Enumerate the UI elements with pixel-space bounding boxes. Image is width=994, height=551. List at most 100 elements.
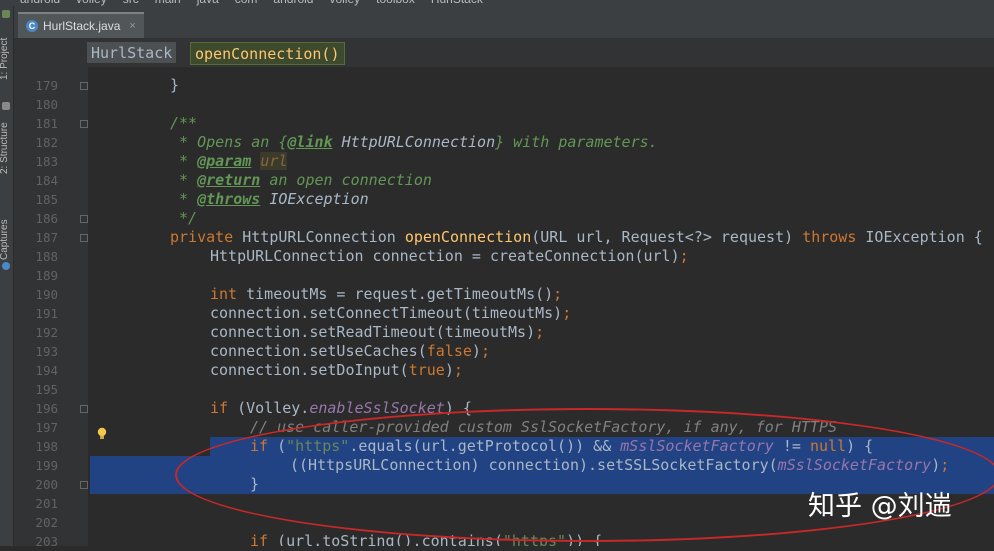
code-token: int bbox=[210, 285, 247, 303]
code-line: * @throws IOException bbox=[170, 190, 369, 209]
code-token: @throws bbox=[197, 190, 261, 208]
fold-marker-icon[interactable] bbox=[80, 120, 88, 128]
code-token: /** bbox=[170, 114, 198, 132]
structure-icon[interactable] bbox=[2, 102, 10, 110]
captures-tool-button[interactable]: Captures bbox=[0, 206, 13, 260]
code-line: * @param url bbox=[170, 152, 288, 171]
line-number: 202 bbox=[35, 515, 58, 530]
code-token: @param bbox=[197, 152, 252, 170]
line-number: 194 bbox=[35, 363, 58, 378]
line-number: 196 bbox=[35, 401, 58, 416]
code-token: * bbox=[170, 152, 198, 170]
fold-marker-icon[interactable] bbox=[80, 215, 88, 223]
code-token: ) bbox=[444, 361, 454, 379]
java-class-icon: C bbox=[26, 20, 38, 32]
code-token: ; bbox=[679, 247, 689, 265]
code-line: * Opens an {@link HttpURLConnection} wit… bbox=[170, 133, 658, 152]
code-token: (Volley. bbox=[237, 399, 310, 417]
line-number: 198 bbox=[35, 439, 58, 454]
line-number: 199 bbox=[35, 458, 58, 473]
line-number: 191 bbox=[35, 306, 58, 321]
code-token: if bbox=[250, 532, 278, 546]
editor-tab-bar: C HurlStack.java × bbox=[14, 6, 994, 39]
code-token: an open connection bbox=[260, 171, 432, 189]
captures-icon[interactable] bbox=[2, 262, 10, 270]
line-number: 180 bbox=[35, 97, 58, 112]
code-line: connection.setDoInput(true); bbox=[210, 361, 463, 380]
code-token: private bbox=[170, 228, 243, 246]
close-icon[interactable]: × bbox=[129, 20, 135, 32]
code-token: */ bbox=[170, 209, 198, 227]
structure-tool-button[interactable]: 2: Structure bbox=[0, 112, 13, 174]
code-line: int timeoutMs = request.getTimeoutMs(); bbox=[210, 285, 562, 304]
lightbulb-icon[interactable] bbox=[97, 427, 107, 441]
breadcrumb-class[interactable]: HurlStack bbox=[87, 42, 177, 63]
code-line: /** bbox=[170, 114, 197, 133]
fold-marker-icon[interactable] bbox=[80, 234, 88, 242]
fold-marker-icon[interactable] bbox=[80, 405, 88, 413]
code-token: connection.setReadTimeout(timeoutMs) bbox=[210, 323, 536, 341]
breadcrumb-method[interactable]: openConnection() bbox=[190, 42, 345, 65]
code-line: connection.setConnectTimeout(timeoutMs); bbox=[210, 304, 571, 323]
line-number: 193 bbox=[35, 344, 58, 359]
line-number: 185 bbox=[35, 192, 58, 207]
line-number: 182 bbox=[35, 135, 58, 150]
tab-hurlstack[interactable]: C HurlStack.java × bbox=[18, 12, 144, 38]
code-token: if bbox=[210, 399, 238, 417]
line-number: 188 bbox=[35, 249, 58, 264]
structure-breadcrumb-bar: HurlStack openConnection() bbox=[14, 39, 994, 67]
code-line: HttpURLConnection connection = createCon… bbox=[210, 247, 689, 266]
code-token: HttpURLConnection bbox=[242, 228, 405, 246]
code-token: (URL url, Request<?> request) bbox=[531, 228, 803, 246]
code-line: } bbox=[170, 76, 179, 95]
code-token: IOException bbox=[260, 190, 369, 208]
line-number: 203 bbox=[35, 534, 58, 549]
tab-label: HurlStack.java bbox=[43, 19, 121, 33]
code-line: */ bbox=[170, 209, 197, 228]
code-token: ; bbox=[553, 285, 563, 303]
fold-marker-icon[interactable] bbox=[80, 82, 88, 90]
watermark: 知乎 @刘遄 bbox=[808, 491, 952, 522]
code-token: ) bbox=[471, 342, 481, 360]
code-token: * Opens an { bbox=[170, 133, 288, 151]
code-line: private HttpURLConnection openConnection… bbox=[170, 228, 983, 247]
tool-window-strip: 1: Project 2: Structure Captures bbox=[0, 6, 14, 546]
code-token: } with parameters. bbox=[495, 133, 658, 151]
code-line: connection.setReadTimeout(timeoutMs); bbox=[210, 323, 544, 342]
line-number: 197 bbox=[35, 420, 58, 435]
line-number: 183 bbox=[35, 154, 58, 169]
code-token: @link bbox=[287, 133, 333, 151]
code-token: IOException { bbox=[865, 228, 983, 246]
code-token: true bbox=[408, 361, 445, 379]
code-token: connection.setConnectTimeout(timeoutMs) bbox=[210, 304, 563, 322]
code-token: ; bbox=[562, 304, 572, 322]
code-token: @return bbox=[197, 171, 261, 189]
line-number: 181 bbox=[35, 116, 58, 131]
code-token: url bbox=[260, 152, 288, 170]
code-token: throws bbox=[802, 228, 866, 246]
fold-marker-icon[interactable] bbox=[80, 481, 88, 489]
code-token: HttpURLConnection bbox=[332, 133, 496, 151]
line-number: 200 bbox=[35, 477, 58, 492]
code-line: connection.setUseCaches(false); bbox=[210, 342, 490, 361]
code-line: * @return an open connection bbox=[170, 171, 432, 190]
code-token: * bbox=[170, 190, 198, 208]
code-token: HttpURLConnection connection = createCon… bbox=[210, 247, 680, 265]
line-number: 192 bbox=[35, 325, 58, 340]
line-number: 189 bbox=[35, 268, 58, 283]
project-tool-button[interactable]: 1: Project bbox=[0, 20, 13, 80]
code-token: ; bbox=[453, 361, 463, 379]
code-token: } bbox=[170, 76, 180, 94]
line-number-gutter: 179 180 181 182 183 184 185 186 187 188 189 190 191 1… bbox=[14, 67, 88, 549]
code-token: ; bbox=[480, 342, 490, 360]
line-number: 184 bbox=[35, 173, 58, 188]
code-token: ; bbox=[535, 323, 545, 341]
code-token: timeoutMs = request.getTimeoutMs() bbox=[246, 285, 554, 303]
code-token: connection.setUseCaches( bbox=[210, 342, 427, 360]
line-number: 195 bbox=[35, 382, 58, 397]
line-number: 186 bbox=[35, 211, 58, 226]
code-token: openConnection bbox=[404, 228, 532, 246]
code-token: connection.setDoInput( bbox=[210, 361, 409, 379]
project-icon[interactable] bbox=[2, 10, 10, 18]
